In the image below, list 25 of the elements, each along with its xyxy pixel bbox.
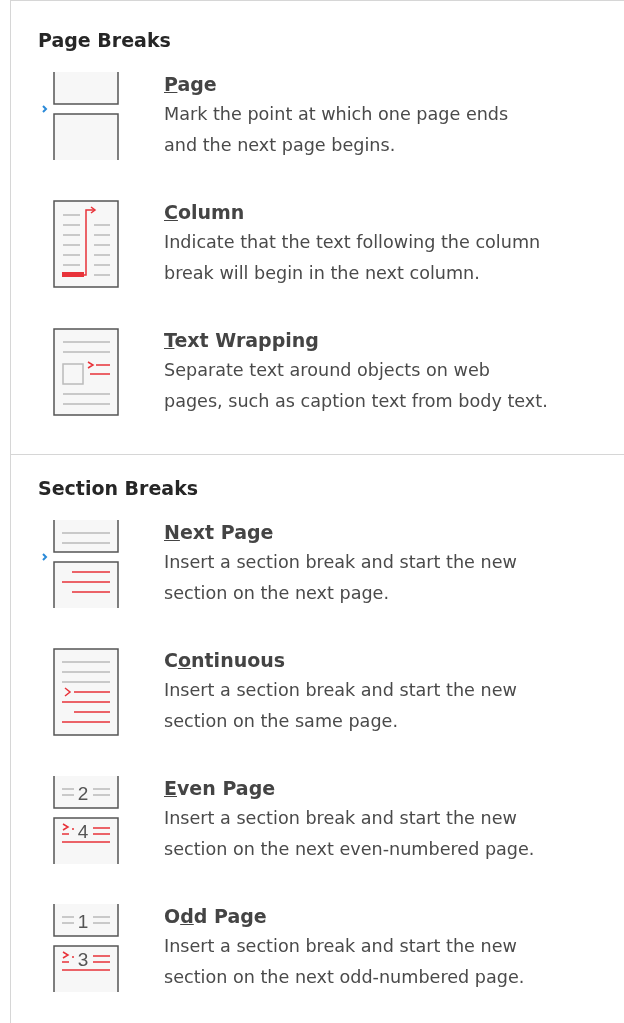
menu-item[interactable]: Text Wrapping Separate text around objects on web pages, such as caption text from body text. <box>11 325 624 453</box>
item-title: Continuous <box>164 648 286 673</box>
item-title: Next Page <box>164 520 274 545</box>
item-description: Insert a section break and start the new section on the next even-numbered page. <box>164 807 535 861</box>
item-description: Indicate that the text following the column break will begin in the next column. <box>164 231 541 285</box>
item-description: Insert a section break and start the new section on the next odd-numbered page. <box>164 935 525 989</box>
item-description: Mark the point at which one page ends and the next page begins. <box>164 103 509 157</box>
menu-item[interactable]: 1 3 Odd Page Insert a section break and start the new section on the next odd-numbered page. <box>11 901 624 1023</box>
item-description: Insert a section break and start the new section on the next page. <box>164 551 517 605</box>
menu-item[interactable]: Continuous Insert a section break and start the new section on the same page. <box>11 645 624 773</box>
section-heading: Page Breaks <box>37 28 172 53</box>
item-title: Odd Page <box>164 904 267 929</box>
section-heading: Section Breaks <box>37 476 200 501</box>
item-title: Even Page <box>164 776 276 801</box>
page-break-icon <box>41 72 121 162</box>
item-title: Column <box>164 200 245 225</box>
item-description: Insert a section break and start the new section on the same page. <box>164 679 517 733</box>
item-title: Text Wrapping <box>164 328 319 353</box>
menu-item[interactable]: Next Page Insert a section break and start the new section on the next page. <box>11 517 624 645</box>
menu-item[interactable]: Column Indicate that the text following the column break will begin in the next column. <box>11 197 624 325</box>
menu-item[interactable]: 2 4 Even Page Insert a section break and start the new section on the next even-numbered page. <box>11 773 624 901</box>
menu-item[interactable]: Page Mark the point at which one page ends and the next page begins. <box>11 69 624 197</box>
item-title: Page <box>164 72 217 97</box>
item-description: Separate text around objects on web pages, such as caption text from body text. <box>164 359 548 413</box>
next-page-break-icon <box>41 520 121 610</box>
